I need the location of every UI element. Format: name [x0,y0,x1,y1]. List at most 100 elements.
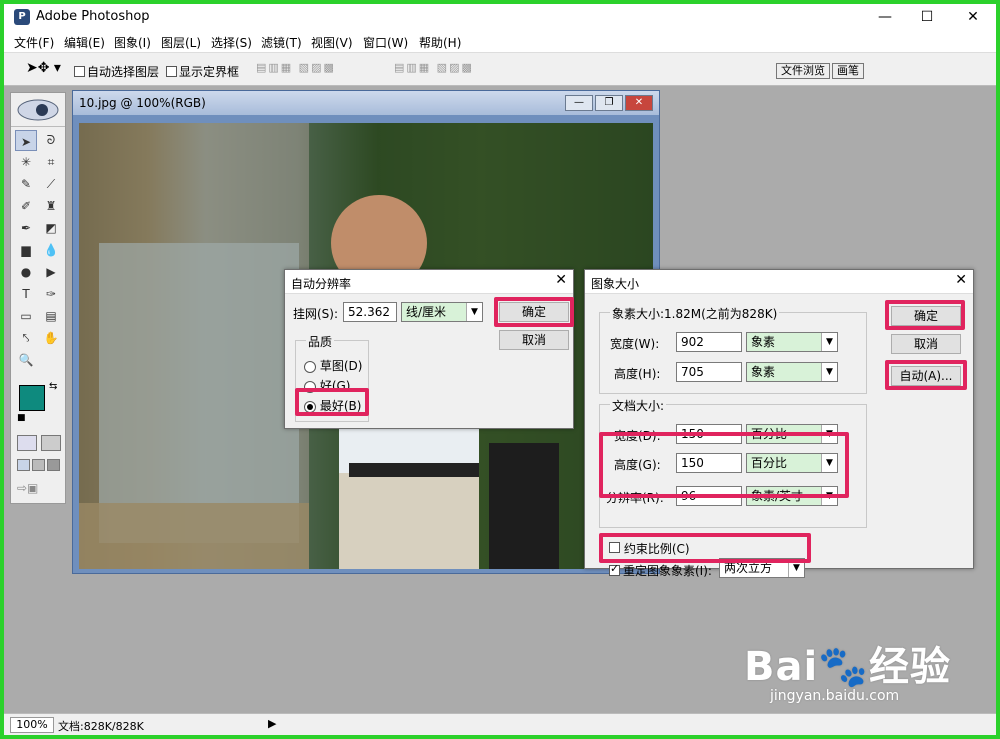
screen-input[interactable]: 52.362 [343,302,397,322]
align-buttons-icon[interactable]: ▤▥▦ ▧▨▩ [256,61,336,79]
zoom-tool-icon[interactable]: 🔍 [15,350,37,371]
doc-minimize-button[interactable]: — [565,95,593,111]
distribute-buttons-icon[interactable]: ▤▥▦ ▧▨▩ [394,61,474,79]
auto-resolution-body: 挂网(S): 52.362 线/厘米 ▼ 确定 取消 品质 草图(D) 好(G) [285,294,574,428]
zoom-level-field[interactable]: 100% [10,717,54,733]
auto-select-layer-option[interactable]: 自动选择图层 [74,63,159,80]
status-menu-arrow-icon[interactable]: ▶ [268,717,276,730]
auto-resolution-title: 自动分辨率 [291,277,352,291]
document-info: 文档:828K/828K [58,720,144,733]
auto-res-cancel-button[interactable]: 取消 [499,330,569,350]
document-title: 10.jpg @ 100%(RGB) [79,96,206,110]
screen-mode-full-icon[interactable] [47,459,60,471]
auto-select-label: 自动选择图层 [87,65,160,79]
screen-mode-buttons [17,459,60,471]
baidu-paw-icon: 🐾 [818,644,870,690]
history-brush-icon[interactable]: ✒ [15,218,37,239]
type-tool-icon[interactable]: T [15,284,37,305]
toolbox-header [11,93,65,127]
quality-draft-radio[interactable] [304,360,316,373]
app-titlebar: P Adobe Photoshop — ☐ ✕ [4,4,996,32]
pixel-height-unit-value: 象素 [751,365,776,379]
foreground-color-swatch[interactable] [19,385,45,411]
document-size-highlight [599,432,849,498]
close-window-button[interactable]: ✕ [950,4,996,30]
pixel-width-unit-select[interactable]: 象素 ▼ [746,332,838,352]
pixel-height-unit-select[interactable]: 象素 ▼ [746,362,838,382]
brush-tool-icon[interactable]: ✐ [15,196,37,217]
shape-tool-icon[interactable]: ▭ [15,306,37,327]
pixel-dimensions-group: 象素大小:1.82M(之前为828K) 宽度(W): 902 象素 ▼ 高度(H… [599,305,867,394]
toolbox: ⬚ ➤ ᘐ ✳ ⌗ ✎ ⟋ ✐ ♜ ✒ ◩ ▆ 💧 ● ▶ T ✑ ▭ ▤ ⤣ … [10,92,66,504]
jump-to-imageready-icon[interactable]: ⇨▣ [17,481,38,495]
minimize-button[interactable]: — [862,4,908,30]
menu-file[interactable]: 文件(F) [14,34,54,51]
quality-draft-option[interactable]: 草图(D) [304,357,362,374]
watermark-brand: Bai🐾经验 [744,634,951,692]
auto-resolution-dialog: 自动分辨率 ✕ 挂网(S): 52.362 线/厘米 ▼ 确定 取消 品质 草图… [284,269,574,429]
baidu-watermark: Bai🐾经验 jingyan.baidu.com [744,634,951,704]
healing-brush-icon[interactable]: ⟋ [40,174,62,195]
auto-resolution-close-button[interactable]: ✕ [555,272,567,288]
show-bounds-label: 显示定界框 [179,65,240,79]
doc-close-button[interactable]: ✕ [625,95,653,111]
dodge-tool-icon[interactable]: ● [15,262,37,283]
image-size-close-button[interactable]: ✕ [955,272,967,288]
screen-mode-full-menu-icon[interactable] [32,459,45,471]
move-tool-icon[interactable]: ➤ [15,130,37,151]
blur-tool-icon[interactable]: 💧 [40,240,62,261]
show-bounds-checkbox[interactable] [166,66,177,77]
pixel-width-unit-value: 象素 [751,335,776,349]
eyedropper-icon[interactable]: ⤣ [15,328,37,349]
photoshop-eye-icon[interactable] [14,97,62,123]
magic-wand-icon[interactable]: ✳ [15,152,37,173]
resample-checkbox[interactable] [609,562,620,576]
lasso-tool-icon[interactable]: ᘐ [40,130,62,151]
image-size-title: 图象大小 [591,277,640,291]
palette-well: 文件浏览 画笔 [776,63,864,81]
maximize-button[interactable]: ☐ [904,4,950,30]
screen-mode-standard-icon[interactable] [17,459,30,471]
tab-file-browser[interactable]: 文件浏览 [776,63,830,79]
pixel-width-input[interactable]: 902 [676,332,742,352]
photoshop-app-icon: P [14,9,30,25]
menu-window[interactable]: 窗口(W) [363,34,408,51]
pen-tool-icon[interactable]: ✑ [40,284,62,305]
notes-tool-icon[interactable]: ▤ [40,306,62,327]
tab-brushes[interactable]: 画笔 [832,63,864,79]
quickmask-mode-icon[interactable] [41,435,61,451]
pixel-dimensions-label: 象素大小:1.82M(之前为828K) [610,305,780,322]
image-size-dialog: 图象大小 ✕ 象素大小:1.82M(之前为828K) 宽度(W): 902 象素… [584,269,974,578]
screen-label: 挂网(S): [293,307,339,321]
gradient-tool-icon[interactable]: ▆ [15,240,37,261]
menu-help[interactable]: 帮助(H) [419,34,461,51]
clone-stamp-icon[interactable]: ♜ [40,196,62,217]
screenshot-frame: P Adobe Photoshop — ☐ ✕ 文件(F) 编辑(E) 图象(I… [0,0,1000,739]
move-tool-preset-icon[interactable]: ➤✥ ▾ [26,60,61,76]
menu-bar: 文件(F) 编辑(E) 图象(I) 图层(L) 选择(S) 滤镜(T) 视图(V… [4,32,996,52]
image-size-cancel-button[interactable]: 取消 [891,334,961,354]
slice-tool-icon[interactable]: ✎ [15,174,37,195]
menu-layer[interactable]: 图层(L) [161,34,201,51]
options-bar: ➤✥ ▾ 自动选择图层 显示定界框 ▤▥▦ ▧▨▩ ▤▥▦ ▧▨▩ 文件浏览 画… [4,52,996,86]
menu-view[interactable]: 视图(V) [311,34,353,51]
hand-tool-icon[interactable]: ✋ [40,328,62,349]
eraser-tool-icon[interactable]: ◩ [40,218,62,239]
resample-option[interactable]: 重定图象象素(I): [609,562,712,579]
image-size-titlebar: 图象大小 ✕ [585,270,973,294]
menu-edit[interactable]: 编辑(E) [64,34,105,51]
doc-maximize-button[interactable]: ❐ [595,95,623,111]
path-select-icon[interactable]: ▶ [40,262,62,283]
screen-unit-select[interactable]: 线/厘米 ▼ [401,302,483,322]
menu-image[interactable]: 图象(I) [114,34,151,51]
crop-tool-icon[interactable]: ⌗ [40,152,62,173]
default-colors-icon[interactable]: ■ [17,413,26,423]
menu-filter[interactable]: 滤镜(T) [261,34,302,51]
pixel-width-label: 宽度(W): [610,337,660,351]
pixel-height-input[interactable]: 705 [676,362,742,382]
menu-select[interactable]: 选择(S) [211,34,252,51]
standard-mode-icon[interactable] [17,435,37,451]
auto-select-checkbox[interactable] [74,66,85,77]
show-bounds-option[interactable]: 显示定界框 [166,63,239,80]
swap-colors-icon[interactable]: ⇆ [49,381,57,392]
